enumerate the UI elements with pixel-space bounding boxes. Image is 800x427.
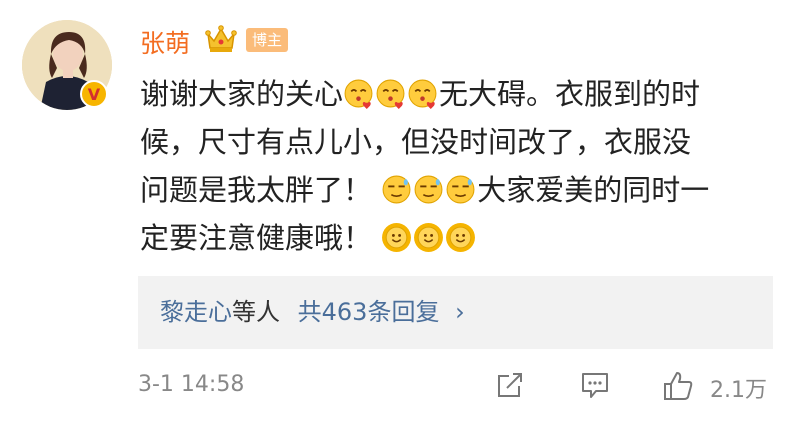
share-button[interactable] bbox=[495, 370, 525, 400]
comment-line: 谢谢大家的关心 无大碍。衣服到的时 bbox=[140, 70, 780, 118]
sweat-wink-emoji bbox=[382, 175, 411, 204]
comment-button[interactable] bbox=[580, 370, 610, 400]
sweat-wink-emoji bbox=[446, 175, 475, 204]
comment-text: 谢谢大家的关心 无大碍。衣服到的时 候，尺寸有点儿小，但没时间改了，衣服没 问题是我太… bbox=[140, 70, 780, 262]
like-button[interactable] bbox=[662, 370, 694, 402]
comment-time: 3-1 14:58 bbox=[138, 372, 245, 397]
comment-text-segment: 问题是我太胖了！ bbox=[140, 173, 382, 207]
like-count: 2.1万 bbox=[710, 378, 767, 403]
verified-v-icon: V bbox=[80, 80, 108, 108]
comment-line: 候，尺寸有点儿小，但没时间改了，衣服没 bbox=[140, 118, 780, 166]
reply-suffix: 等人 bbox=[232, 298, 280, 326]
share-icon bbox=[498, 373, 522, 397]
comment-text-segment: 定要注意健康哦！ bbox=[140, 221, 382, 255]
like-icon bbox=[664, 372, 693, 400]
blogger-badge: 博主 bbox=[246, 28, 289, 52]
kiss-heart-emoji bbox=[344, 79, 373, 109]
chevron-right-icon[interactable]: › bbox=[455, 298, 465, 326]
replies-summary[interactable]: 黎走心等人 共463条回复 › bbox=[138, 276, 773, 349]
comment-text-segment: 谢谢大家的关心 bbox=[140, 77, 344, 111]
sun-smile-emoji bbox=[382, 223, 412, 252]
author-name[interactable]: 张萌 bbox=[140, 24, 190, 60]
sun-smile-emoji bbox=[446, 223, 476, 252]
comment-text-segment: 无大碍。衣服到的时 bbox=[439, 77, 701, 111]
comment-line: 定要注意健康哦！ bbox=[140, 214, 780, 262]
sun-smile-emoji bbox=[414, 223, 444, 252]
kiss-heart-emoji bbox=[408, 79, 437, 109]
crown-icon[interactable] bbox=[205, 24, 237, 54]
reply-user-link[interactable]: 黎走心 bbox=[160, 298, 232, 326]
comment-line: 问题是我太胖了！ 大家爱美的同时一 bbox=[140, 166, 780, 214]
reply-count-link[interactable]: 共463条回复 bbox=[298, 298, 440, 326]
kiss-heart-emoji bbox=[376, 79, 405, 109]
sweat-wink-emoji bbox=[414, 175, 443, 204]
comment-text-segment: 大家爱美的同时一 bbox=[477, 173, 710, 207]
comment-icon bbox=[582, 373, 608, 398]
comment-text-segment: 候，尺寸有点儿小，但没时间改了，衣服没 bbox=[140, 125, 692, 159]
